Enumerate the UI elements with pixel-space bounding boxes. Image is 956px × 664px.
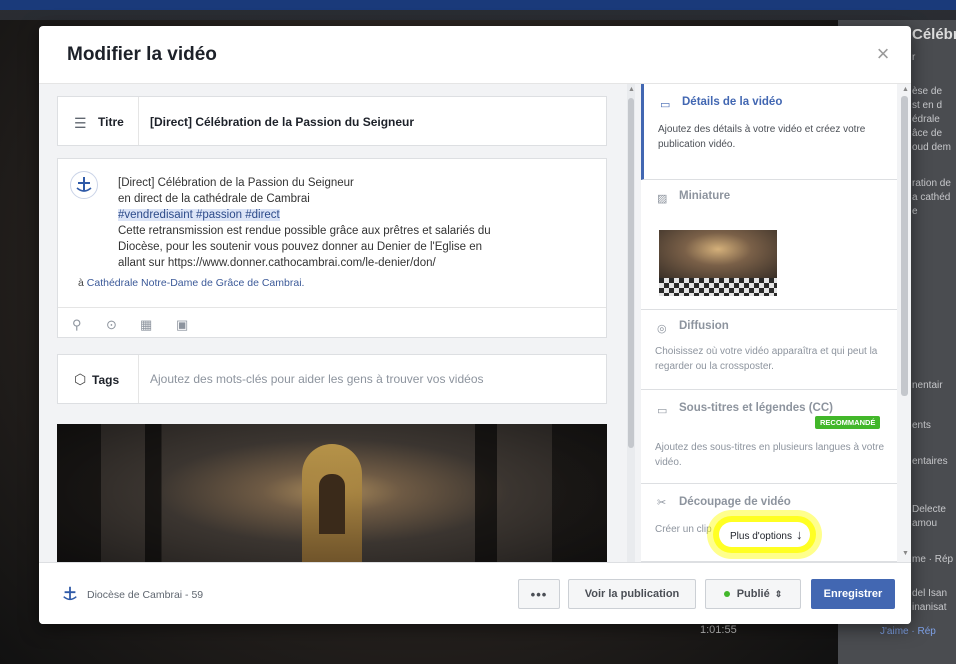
modal-header: Modifier la vidéo × [39,26,911,84]
captions-icon: ▭ [657,405,668,417]
description-line: en direct de la cathédrale de Cambrai [118,193,310,205]
video-details-icon: ▭ [660,99,671,111]
thumbnail-image[interactable] [659,230,777,278]
modal-content: ☰ Titre [Direct] Célébration de la Passi… [39,84,911,562]
background-side-line: édrale [912,114,940,125]
background-side-line: Delecte [912,504,946,515]
scroll-up-icon[interactable]: ▲ [902,86,909,93]
title-field[interactable]: ☰ Titre [Direct] Célébration de la Passi… [57,96,607,146]
sponsor-icon[interactable]: ▣ [176,317,188,333]
page-avatar [70,171,98,199]
scroll-up-icon[interactable]: ▲ [628,86,635,93]
tag-icon: ⬡ [74,371,87,387]
description-field[interactable]: [Direct] Célébration de la Passion du Se… [57,158,607,338]
location-link[interactable]: Cathédrale Notre-Dame de Grâce de Cambra… [87,277,305,289]
step-video-trimming[interactable]: ✂ Découpage de vidéo Créer un clip Plus … [641,484,897,562]
text-lines-icon: ☰ [74,115,87,131]
divider [138,355,139,403]
background-side-line: oud dem [912,142,951,153]
view-post-button[interactable]: Voir la publication [568,579,696,609]
step-description: Ajoutez des détails à votre vidéo et cré… [658,124,866,150]
caret-updown-icon: ⇕ [774,588,783,599]
status-label: Publié [736,588,770,600]
description-line: [Direct] Célébration de la Passion du Se… [118,177,354,189]
tag-people-icon[interactable]: ⚲ [72,317,82,333]
location-prefix: à [78,277,84,289]
more-actions-button[interactable]: ••• [518,579,560,609]
tags-field: ⬡ Tags [57,354,607,404]
background-video-time: 1:01:55 [700,624,737,636]
thumbnail-floor [659,278,777,296]
title-value[interactable]: [Direct] Célébration de la Passion du Se… [150,115,414,129]
background-side-line: r [912,52,916,63]
form-scrollbar-thumb[interactable] [628,98,634,448]
background-side-line: ents [912,420,931,431]
diocese-logo-icon [63,586,77,601]
page-name: Diocèse de Cambrai - 59 [87,589,204,601]
description-toolbar: ⚲ ⊙ ▦ ▣ [58,307,606,339]
hashtags[interactable]: #vendredisaint #passion #direct [118,209,280,221]
video-preview[interactable] [57,424,607,562]
background-side-line: amou [912,518,938,529]
tags-label: Tags [92,373,120,387]
background-side-line: âce de [912,128,943,139]
background-like-reply: J'aime · Rép [880,626,936,637]
background-side-line: del Isan [912,588,948,599]
step-title: Découpage de vidéo [679,496,791,508]
modal-title: Modifier la vidéo [67,44,217,65]
edit-video-modal: Modifier la vidéo × ☰ Titre [Direct] Cél… [39,26,911,624]
scroll-down-icon[interactable]: ▼ [902,550,909,557]
step-title: Sous-titres et légendes (CC) [679,402,833,414]
background-side-line: ration de [912,178,951,189]
step-video-details[interactable]: ▭ Détails de la vidéo Ajoutez des détail… [641,84,897,180]
step-title: Détails de la vidéo [682,96,783,108]
background-side-line: nentair [912,380,943,391]
edit-form: ☰ Titre [Direct] Célébration de la Passi… [39,84,635,562]
background-side-title: Célébr [912,26,956,43]
diocese-logo-icon [76,177,92,192]
step-description: Ajoutez des sous-titres en plusieurs lan… [655,442,885,468]
step-distribution[interactable]: ◎ Diffusion Choisissez où votre vidéo ap… [641,310,897,390]
close-icon[interactable]: × [873,43,893,65]
save-button[interactable]: Enregistrer [811,579,895,609]
description-text[interactable]: [Direct] Célébration de la Passion du Se… [118,175,548,271]
description-line: allant sur https://www.donner.cathocambr… [118,257,436,269]
location-line: à Cathédrale Notre-Dame de Grâce de Camb… [78,277,304,289]
calendar-icon[interactable]: ▦ [140,317,152,333]
recommended-badge: RECOMMANDÉ [815,416,881,429]
arrow-down-icon: ↓ [795,527,803,542]
scissors-icon: ✂ [657,497,667,509]
background-side-line: entaires [912,456,948,467]
distribution-icon: ◎ [657,323,667,335]
altar-inner-shape [319,474,345,534]
background-top-bar [0,0,956,10]
image-icon: ▨ [657,193,668,205]
background-side-line: me · Rép [912,554,954,565]
step-title: Miniature [679,190,731,202]
step-title: Diffusion [679,320,729,332]
modal-footer: Diocèse de Cambrai - 59 ••• Voir la publ… [39,562,911,624]
background-side-line: èse de [912,86,943,97]
background-side-line: a cathéd [912,192,951,203]
background-side-line: inanisat [912,602,947,613]
step-captions[interactable]: ▭ Sous-titres et légendes (CC) RECOMMAND… [641,390,897,484]
more-options-button[interactable]: Plus d'options ↓ [719,522,811,547]
more-options-label: Plus d'options [730,531,792,542]
status-dot-icon [723,591,730,597]
steps-panel: ▭ Détails de la vidéo Ajoutez des détail… [641,84,911,562]
publish-status-button[interactable]: Publié ⇕ [705,579,801,609]
background-side-line: e [912,206,918,217]
tags-input[interactable] [150,366,590,392]
steps-scrollbar-thumb[interactable] [901,96,908,396]
description-line: Diocèse, pour les soutenir vous pouvez d… [118,241,483,253]
title-label: Titre [98,115,124,129]
background-side-line: st en d [912,100,943,111]
step-thumbnail[interactable]: ▨ Miniature [641,180,897,310]
step-description: Choisissez où votre vidéo apparaîtra et … [655,346,878,372]
description-line: Cette retransmission est rendue possible… [118,225,491,237]
location-pin-icon[interactable]: ⊙ [106,317,117,333]
divider [138,97,139,145]
